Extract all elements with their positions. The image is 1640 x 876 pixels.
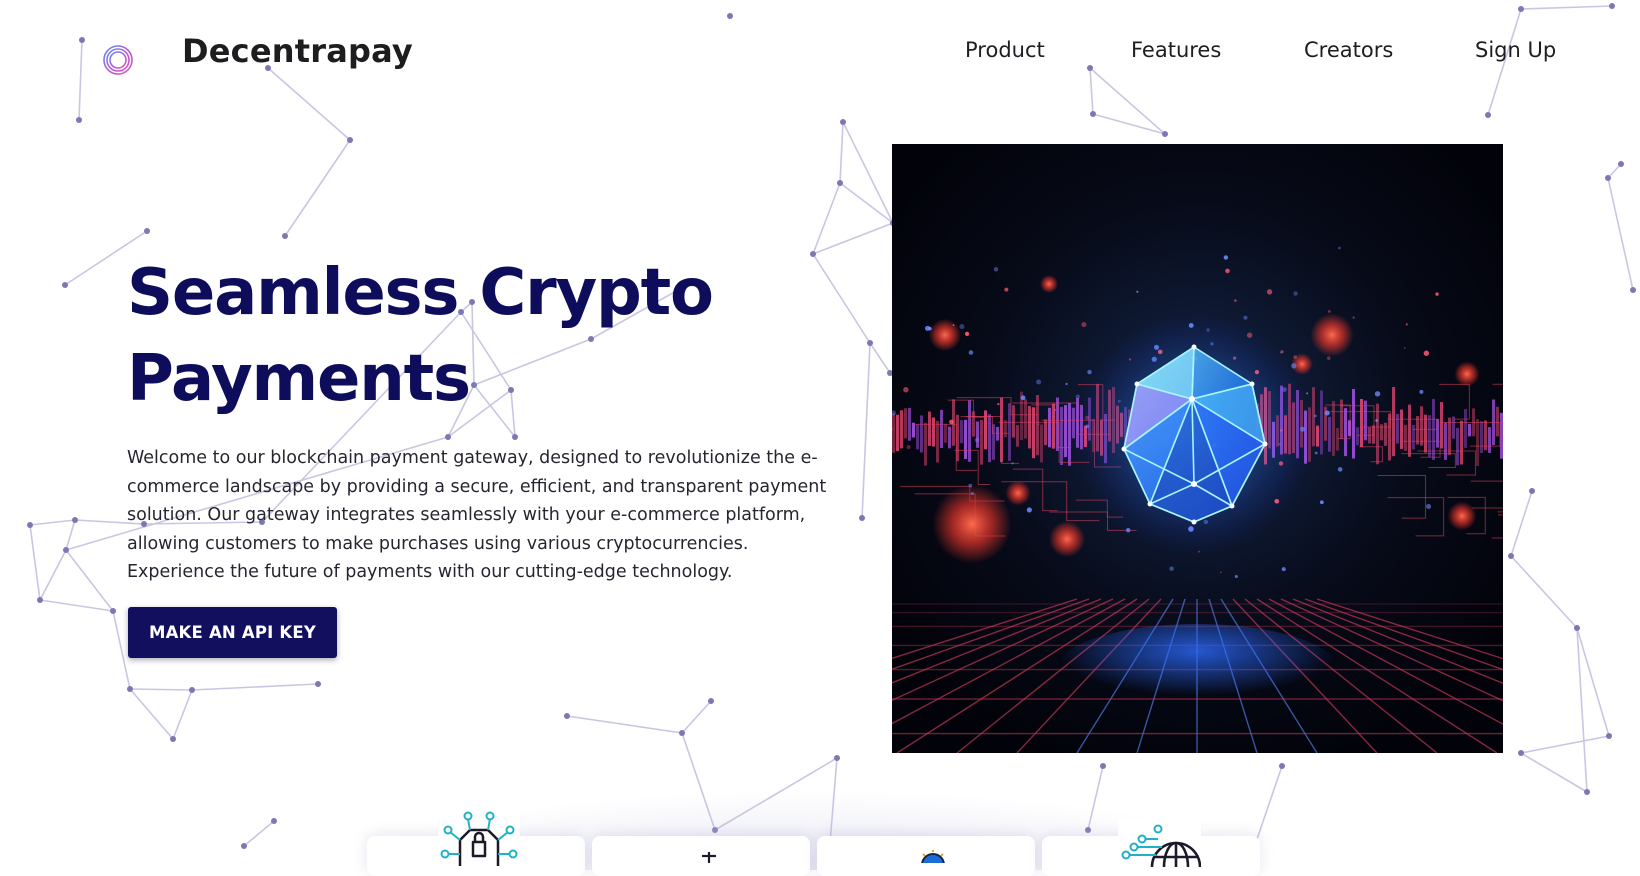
- security-lock-network-icon: [438, 810, 520, 866]
- hero-title-line-2: Payments: [127, 342, 471, 416]
- crypto-crystal-illustration: [892, 144, 1503, 753]
- main-nav: Product Features Creators Sign Up: [0, 38, 1640, 72]
- chart-arrow-icon: [702, 852, 716, 863]
- hero-title: Seamless Crypto Payments: [127, 250, 714, 422]
- coin-badge-icon: [921, 850, 945, 863]
- hero-title-line-1: Seamless Crypto: [127, 256, 714, 330]
- nav-creators[interactable]: Creators: [1304, 38, 1393, 62]
- nav-product[interactable]: Product: [965, 38, 1045, 62]
- hero-description: Welcome to our blockchain payment gatewa…: [127, 448, 827, 583]
- nav-features[interactable]: Features: [1131, 38, 1221, 62]
- globe-network-icon: [1118, 819, 1201, 867]
- nav-sign-up[interactable]: Sign Up: [1475, 38, 1556, 62]
- make-api-key-button[interactable]: MAKE AN API KEY: [128, 607, 337, 658]
